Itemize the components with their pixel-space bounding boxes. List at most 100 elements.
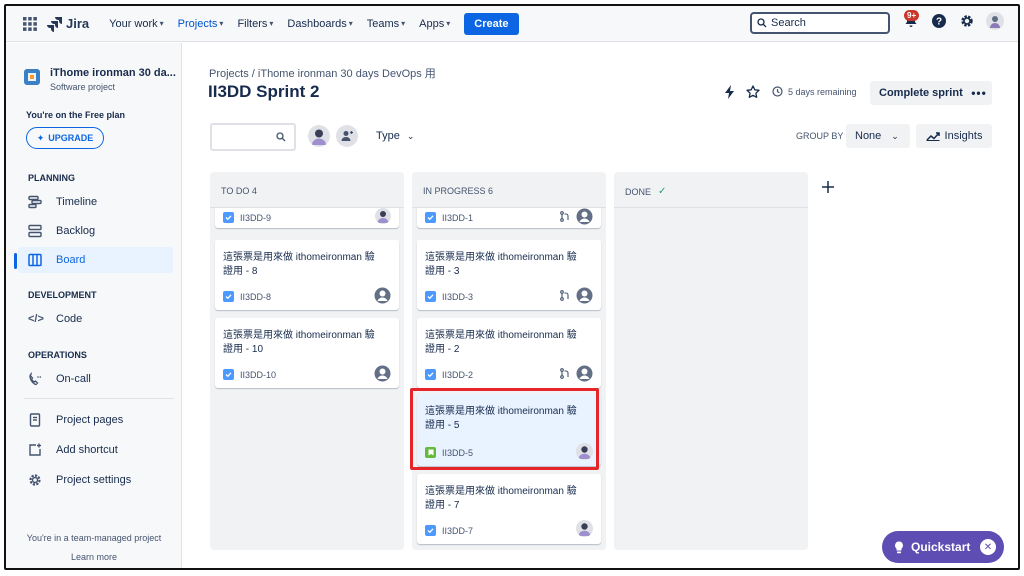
card-assignee (560, 365, 593, 382)
nav-label: Apps (419, 17, 445, 30)
sidebar-item-timeline[interactable]: Timeline (18, 189, 173, 215)
issue-card[interactable]: 這張票是用來做 ithomeironman 驗證用 - 3 II3DD-3 (417, 240, 601, 310)
team-managed-text: You're in a team-managed project (26, 533, 162, 543)
more-actions-button[interactable]: ••• (966, 81, 992, 105)
check-icon: ✓ (658, 186, 667, 197)
close-icon[interactable]: ✕ (980, 539, 996, 555)
code-icon: </> (28, 313, 44, 325)
create-button[interactable]: Create (464, 12, 519, 35)
sidebar-item-label: Add shortcut (56, 444, 118, 456)
sidebar-item-label: Project settings (56, 474, 132, 486)
timeline-icon (28, 195, 46, 209)
issue-key: II3DD-10 (240, 369, 277, 380)
svg-text:?: ? (936, 17, 942, 28)
task-checkbox-icon (223, 291, 234, 302)
column-done: DONE ✓ (614, 172, 808, 550)
nav-your-work[interactable]: Your work ▾ (109, 18, 164, 30)
pull-request-icon (560, 290, 569, 301)
upgrade-label: UPGRADE (48, 133, 94, 143)
add-shortcut-icon (28, 443, 46, 457)
issue-title: 這張票是用來做 ithomeironman 驗證用 - 10 (223, 330, 375, 355)
upgrade-button[interactable]: ✦ UPGRADE (26, 127, 104, 149)
nav-label: Teams (366, 17, 400, 30)
card-footer: II3DD-1 (425, 212, 473, 223)
nav-filters[interactable]: Filters ▾ (237, 18, 273, 30)
chevron-down-icon: ▾ (159, 19, 164, 28)
add-column-button[interactable] (817, 176, 839, 198)
card-assignee (576, 443, 593, 460)
sidebar-item-backlog[interactable]: Backlog (18, 218, 173, 244)
card-assignee (375, 208, 391, 224)
nav-label: Dashboards (287, 17, 347, 30)
complete-sprint-button[interactable]: Complete sprint (870, 81, 972, 105)
issue-key: II3DD-8 (240, 291, 272, 302)
nav-dashboards[interactable]: Dashboards ▾ (287, 18, 352, 30)
user-avatar-filter[interactable] (308, 125, 330, 147)
app-switcher-icon[interactable] (19, 13, 41, 35)
breadcrumb[interactable]: Projects / iThome ironman 30 days DevOps… (209, 65, 436, 81)
card-assignee (560, 208, 593, 225)
insights-button[interactable]: Insights (916, 124, 992, 148)
assignee-avatar (375, 208, 391, 224)
sidebar-item-on-call[interactable]: On-call (18, 366, 173, 392)
chevron-down-icon: ▾ (446, 19, 451, 28)
project-header[interactable]: iThome ironman 30 da... Software project (24, 67, 180, 92)
selected-indicator (14, 253, 17, 269)
unassigned-avatar-icon (576, 365, 593, 382)
sidebar-item-add-shortcut[interactable]: Add shortcut (18, 437, 173, 463)
card-assignee (374, 287, 391, 304)
issue-card[interactable]: 這張票是用來做 ithomeironman 驗證用 - 10 II3DD-10 (215, 318, 399, 388)
search-input[interactable]: Search (750, 12, 890, 34)
help-icon[interactable]: ? (930, 12, 948, 30)
nav-apps[interactable]: Apps ▾ (419, 18, 450, 30)
operations-header: OPERATIONS (28, 350, 87, 360)
sidebar-item-label: Backlog (56, 225, 96, 237)
issue-card-highlighted[interactable]: 這張票是用來做 ithomeironman 驗證用 - 5 II3DD-5 (417, 394, 601, 466)
trend-chart-icon (926, 132, 940, 141)
column-todo: TO DO 4 II3DD-9 這張票是用來做 ithomeironman 驗證… (210, 172, 404, 550)
chevron-down-icon: ⌄ (891, 130, 899, 141)
issue-title: 這張票是用來做 ithomeironman 驗證用 - 5 (425, 406, 577, 431)
app-window: Jira Your work ▾ Projects ▾ Filters ▾ Dashb… (4, 4, 1020, 570)
lightning-icon[interactable] (724, 85, 736, 99)
learn-more-link[interactable]: Learn more (6, 552, 182, 562)
assignee-avatar (576, 443, 593, 460)
group-by-select[interactable]: None ⌄ (846, 124, 910, 148)
type-filter-dropdown[interactable]: Type ⌄ (376, 130, 414, 142)
board-search-input[interactable] (210, 123, 296, 151)
project-type: Software project (50, 82, 116, 92)
sidebar-item-label: On-call (56, 373, 91, 385)
card-footer: II3DD-7 (425, 525, 473, 536)
issue-card[interactable]: 這張票是用來做 ithomeironman 驗證用 - 8 II3DD-8 (215, 240, 399, 310)
insights-label: Insights (944, 130, 983, 142)
add-people-icon[interactable] (336, 125, 358, 147)
issue-key: II3DD-1 (442, 212, 474, 223)
sidebar-item-project-pages[interactable]: Project pages (18, 407, 173, 433)
group-by-label: GROUP BY (796, 131, 844, 141)
nav-label: Your work (109, 17, 158, 30)
quickstart-button[interactable]: Quickstart ✕ (882, 531, 1004, 563)
nav-label: Filters (237, 17, 268, 30)
issue-card[interactable]: 這張票是用來做 ithomeironman 驗證用 - 2 II3DD-2 (417, 318, 601, 388)
nav-teams[interactable]: Teams ▾ (367, 18, 405, 30)
column-title: DONE (625, 186, 652, 197)
issue-card[interactable]: 這張票是用來做 ithomeironman 驗證用 - 7 II3DD-7 (417, 474, 601, 544)
chevron-down-icon: ▾ (401, 19, 406, 28)
user-avatar[interactable] (986, 12, 1004, 30)
settings-gear-icon[interactable] (958, 12, 976, 30)
board-icon (28, 253, 46, 267)
unassigned-avatar-icon (576, 287, 593, 304)
issue-card[interactable]: II3DD-1 (417, 208, 601, 228)
task-checkbox-icon (223, 369, 234, 380)
nav-label: Projects (177, 17, 218, 30)
nav-projects[interactable]: Projects ▾ (178, 18, 224, 30)
search-icon (757, 18, 767, 28)
sidebar-item-project-settings[interactable]: Project settings (18, 467, 173, 493)
sidebar-item-board[interactable]: Board (18, 247, 173, 273)
star-icon[interactable] (746, 85, 760, 99)
sidebar-item-code[interactable]: </> Code (18, 306, 173, 332)
notification-badge: 9+ (904, 10, 920, 21)
task-checkbox-icon (425, 291, 436, 302)
issue-card[interactable]: II3DD-9 (215, 208, 399, 228)
jira-logo[interactable]: Jira (47, 16, 89, 32)
